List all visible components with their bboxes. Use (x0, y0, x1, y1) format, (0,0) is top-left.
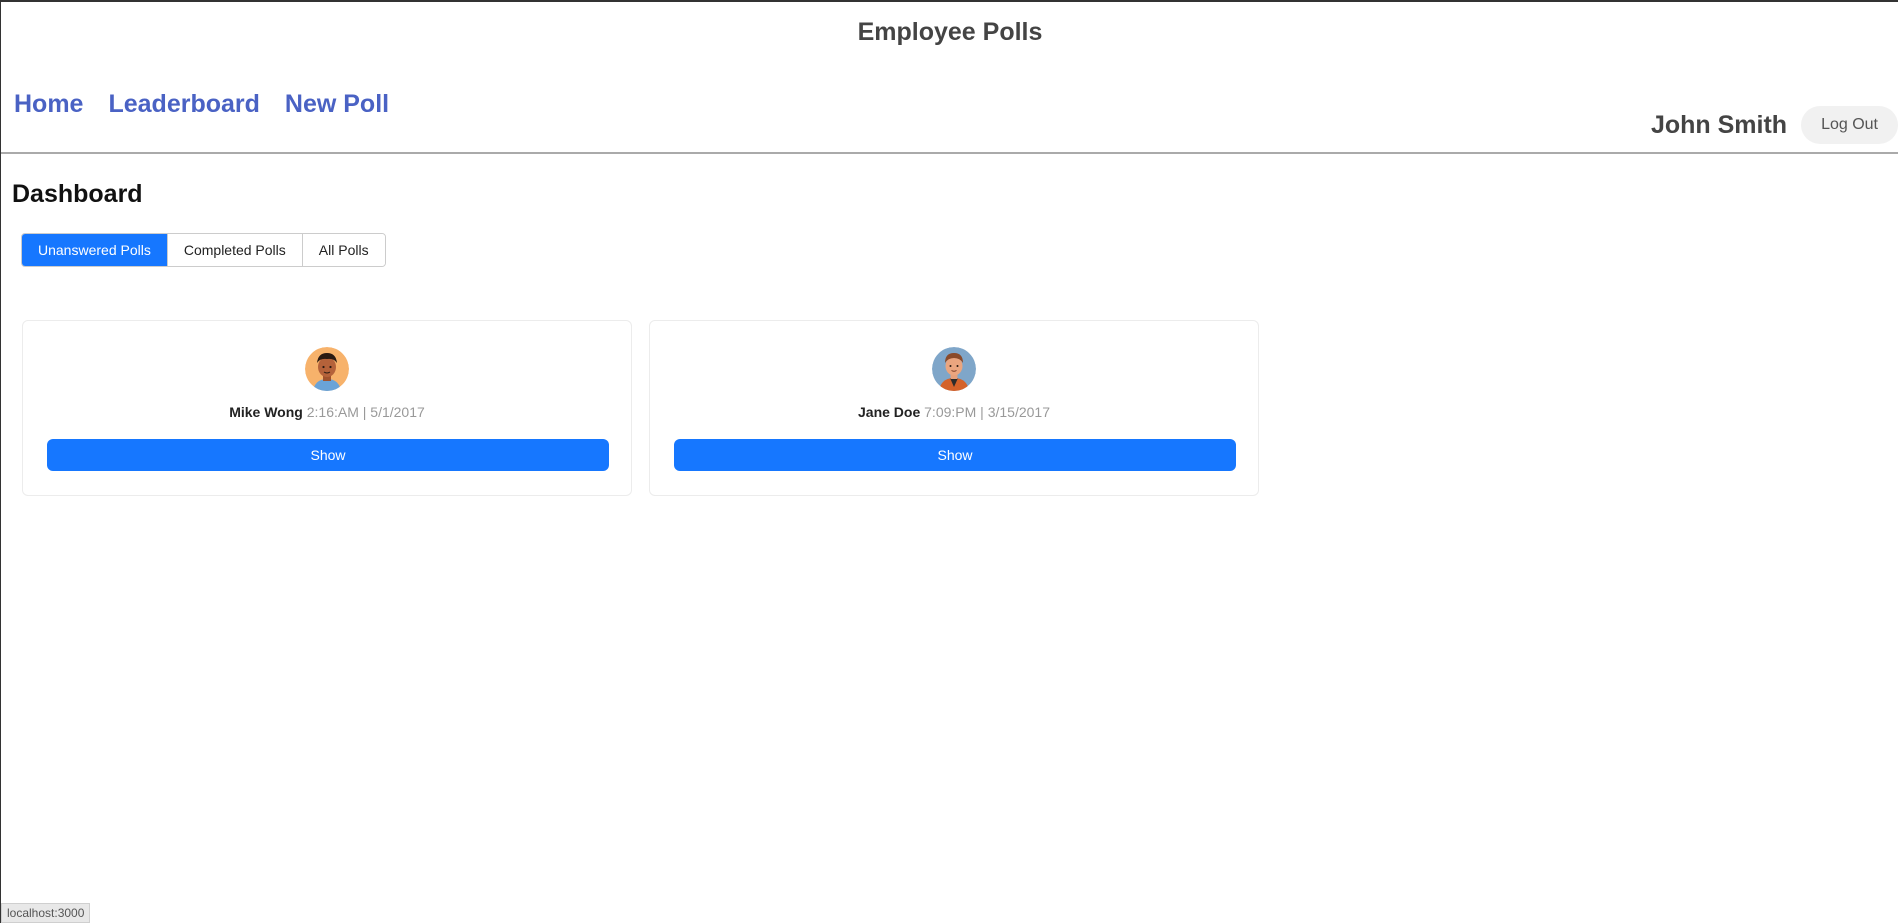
current-user-name: John Smith (1650, 110, 1788, 139)
poll-author: Jane Doe (858, 404, 921, 420)
poll-author: Mike Wong (229, 404, 303, 420)
man-avatar-icon (305, 347, 349, 391)
tab-all-polls[interactable]: All Polls (301, 234, 385, 266)
show-poll-button[interactable]: Show (674, 439, 1236, 471)
person-avatar-icon (932, 347, 976, 391)
tab-completed-polls[interactable]: Completed Polls (166, 234, 302, 266)
nav-new-poll-link[interactable]: New Poll (285, 90, 389, 119)
poll-meta: Mike Wong 2:16:AM | 5/1/2017 (23, 404, 631, 420)
poll-card: Mike Wong 2:16:AM | 5/1/2017 Show (22, 320, 632, 496)
poll-meta: Jane Doe 7:09:PM | 3/15/2017 (650, 404, 1258, 420)
tab-unanswered-polls[interactable]: Unanswered Polls (22, 234, 167, 266)
show-poll-button[interactable]: Show (47, 439, 609, 471)
page-title: Dashboard (12, 180, 143, 208)
app-title: Employee Polls (857, 18, 1043, 46)
main-nav: Home Leaderboard New Poll (14, 90, 389, 119)
status-bar-url: localhost:3000 (1, 903, 91, 923)
logout-button[interactable]: Log Out (1801, 106, 1898, 144)
poll-filter-tabs: Unanswered Polls Completed Polls All Pol… (21, 233, 386, 267)
poll-timestamp: 2:16:AM | 5/1/2017 (306, 404, 425, 420)
app-window: Employee Polls Home Leaderboard New Poll… (0, 0, 1898, 923)
user-area: John Smith Log Out (1651, 106, 1898, 144)
poll-card: Jane Doe 7:09:PM | 3/15/2017 Show (649, 320, 1259, 496)
nav-home-link[interactable]: Home (14, 90, 83, 119)
poll-list: Mike Wong 2:16:AM | 5/1/2017 Show Jane D… (22, 320, 1259, 496)
poll-timestamp: 7:09:PM | 3/15/2017 (924, 404, 1050, 420)
header-divider (1, 152, 1898, 154)
nav-leaderboard-link[interactable]: Leaderboard (108, 90, 259, 119)
